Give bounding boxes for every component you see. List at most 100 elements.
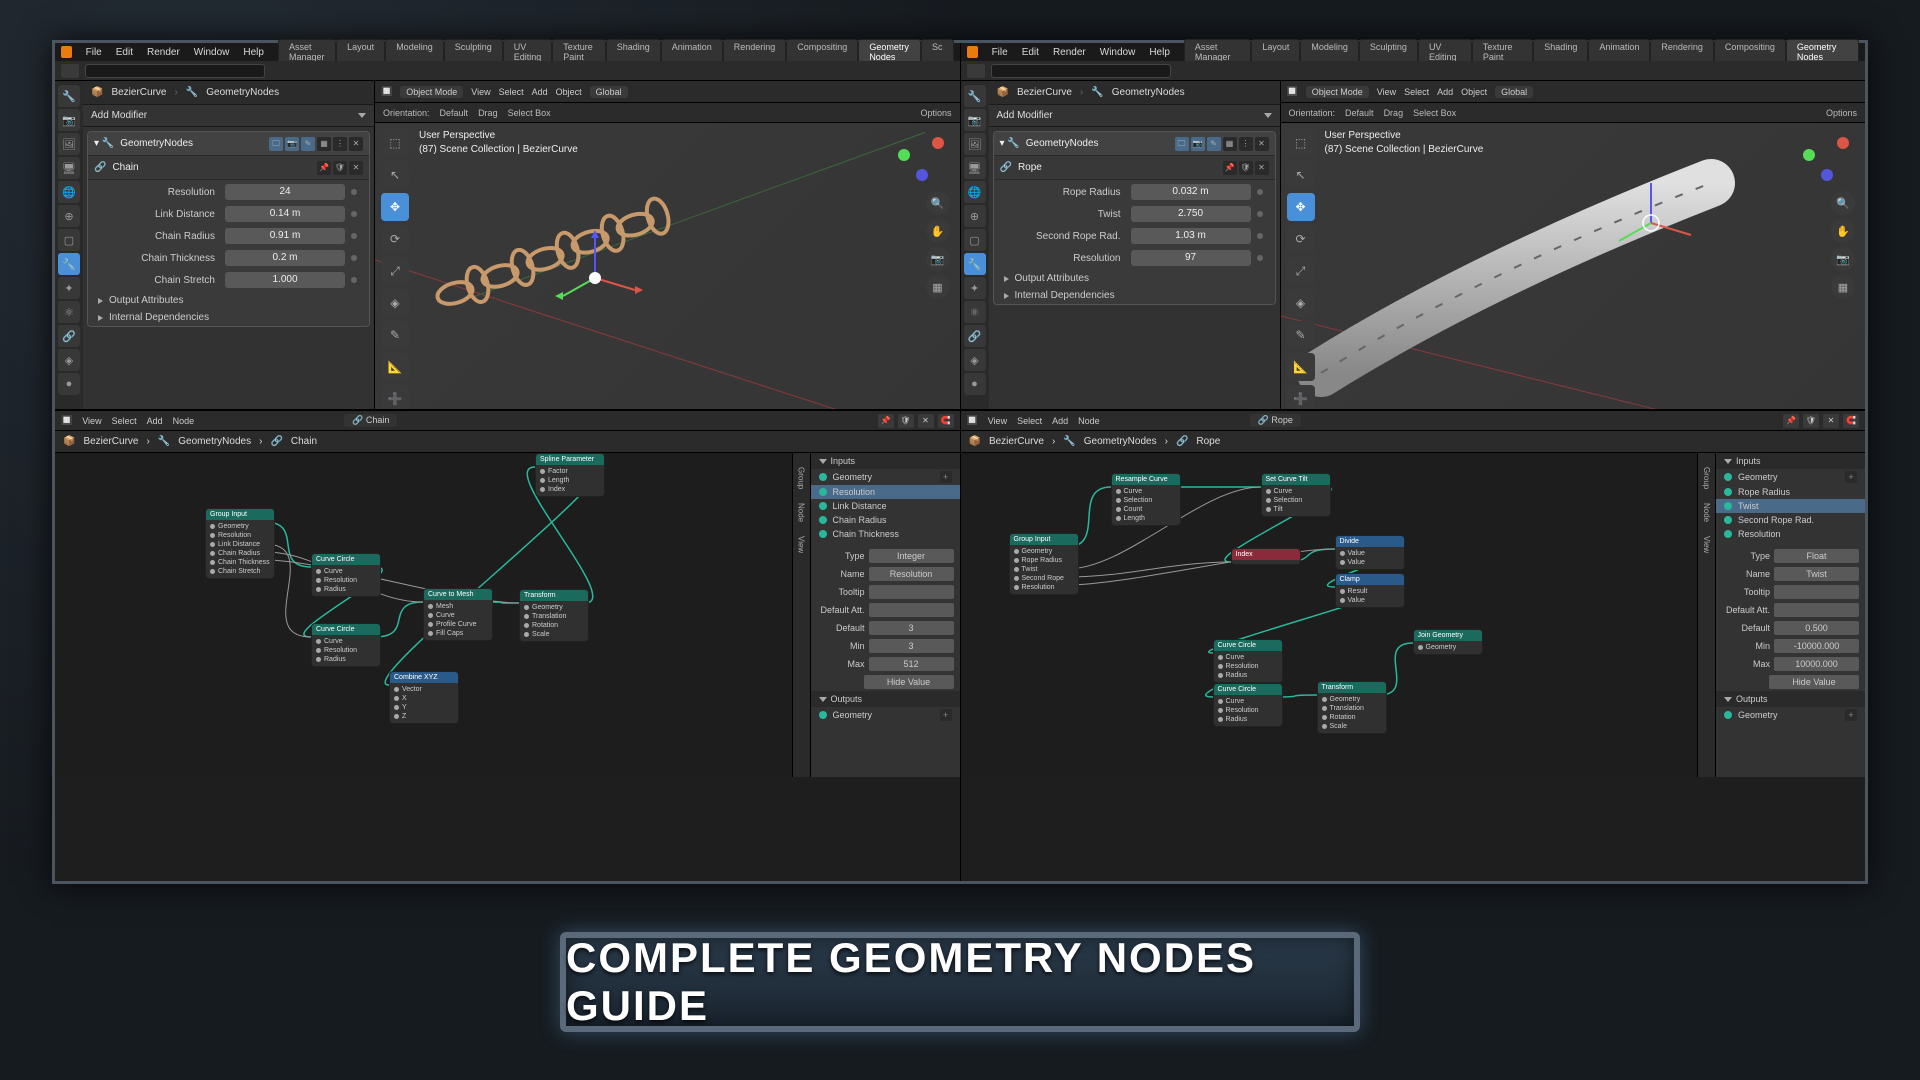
ne-menu-select[interactable]: Select: [1017, 416, 1042, 426]
node-group-display[interactable]: Rope: [1271, 415, 1293, 425]
node[interactable]: Curve CircleCurveResolutionRadius: [311, 553, 381, 597]
side-property-field[interactable]: [869, 585, 954, 599]
realtime-toggle-icon[interactable]: 🖵: [269, 137, 283, 151]
modifier-icon[interactable]: 🔧: [58, 253, 80, 275]
side-property-field[interactable]: 512: [869, 657, 954, 671]
unlink-icon[interactable]: ✕: [1255, 161, 1269, 175]
search-input[interactable]: [991, 64, 1171, 78]
input-socket[interactable]: Link Distance: [811, 499, 960, 513]
menu-file[interactable]: File: [86, 47, 102, 58]
vp-menu-view[interactable]: View: [1377, 87, 1396, 97]
input-socket[interactable]: Chain Radius: [811, 513, 960, 527]
node-group-selector[interactable]: 🔗Chain 📌 🛡 ✕: [88, 156, 369, 180]
transform-orientation[interactable]: Global: [1495, 86, 1533, 98]
menu-file[interactable]: File: [992, 47, 1008, 58]
nb-modifier[interactable]: GeometryNodes: [178, 436, 251, 447]
output-attributes-section[interactable]: Output Attributes: [994, 270, 1275, 287]
physics-icon[interactable]: ⚛: [964, 301, 986, 323]
node[interactable]: Group InputGeometryRope RadiusTwistSecon…: [1009, 533, 1079, 595]
nb-object[interactable]: BezierCurve: [989, 436, 1044, 447]
3d-viewport[interactable]: 🔲 Object Mode View Select Add Object Glo…: [375, 81, 960, 409]
tool-icon[interactable]: 🔧: [964, 85, 986, 107]
property-value[interactable]: 97: [1131, 250, 1251, 266]
data-icon[interactable]: ◈: [58, 349, 80, 371]
select-mode[interactable]: Select Box: [508, 108, 551, 118]
animate-dot-icon[interactable]: [1257, 189, 1263, 195]
side-property-field[interactable]: 3: [869, 639, 954, 653]
menu-edit[interactable]: Edit: [116, 47, 133, 58]
transform-orientation[interactable]: Global: [590, 86, 628, 98]
add-input-icon[interactable]: +: [940, 471, 952, 483]
object-icon[interactable]: ▢: [58, 229, 80, 251]
zoom-icon[interactable]: 🔍: [926, 191, 950, 215]
internal-dependencies-section[interactable]: Internal Dependencies: [88, 309, 369, 326]
modifier-icon[interactable]: 🔧: [964, 253, 986, 275]
hide-value-button[interactable]: Hide Value: [1769, 675, 1859, 689]
tab-tool[interactable]: View: [1700, 530, 1713, 559]
render-icon[interactable]: 📷: [964, 109, 986, 131]
side-property-field[interactable]: [869, 603, 954, 617]
transform-tool-icon[interactable]: ◈: [1287, 289, 1315, 317]
perspective-icon[interactable]: ▦: [1831, 275, 1855, 299]
editmode-toggle-icon[interactable]: ✎: [1207, 137, 1221, 151]
vp-menu-select[interactable]: Select: [1404, 87, 1429, 97]
annotate-tool-icon[interactable]: ✎: [381, 321, 409, 349]
3d-viewport[interactable]: 🔲 Object Mode View Select Add Object Glo…: [1281, 81, 1866, 409]
side-property-field[interactable]: [1774, 585, 1859, 599]
breadcrumb-modifier[interactable]: GeometryNodes: [1112, 87, 1185, 98]
move-tool-icon[interactable]: ✥: [1287, 193, 1315, 221]
options-dropdown[interactable]: Options: [920, 108, 951, 118]
editmode-toggle-icon[interactable]: ✎: [301, 137, 315, 151]
transform-tool-icon[interactable]: ◈: [381, 289, 409, 317]
navigation-gizmo[interactable]: [892, 129, 948, 185]
input-socket[interactable]: Resolution: [1716, 527, 1865, 541]
pin-icon[interactable]: 📌: [1783, 414, 1799, 428]
vp-menu-object[interactable]: Object: [1461, 87, 1487, 97]
tab-node[interactable]: Node: [795, 497, 808, 528]
node[interactable]: Curve CircleCurveResolutionRadius: [311, 623, 381, 667]
side-property-field[interactable]: 10000.000: [1774, 657, 1859, 671]
menu-render[interactable]: Render: [147, 47, 180, 58]
view-icon[interactable]: 🖥: [964, 157, 986, 179]
property-value[interactable]: 0.2 m: [225, 250, 345, 266]
world-icon[interactable]: ⊕: [964, 205, 986, 227]
side-property-field[interactable]: -10000.000: [1774, 639, 1859, 653]
node[interactable]: Curve CircleCurveResolutionRadius: [1213, 683, 1283, 727]
node[interactable]: Join GeometryGeometry: [1413, 629, 1483, 655]
render-toggle-icon[interactable]: 📷: [1191, 137, 1205, 151]
camera-icon[interactable]: 📷: [1831, 247, 1855, 271]
render-toggle-icon[interactable]: 📷: [285, 137, 299, 151]
output-socket[interactable]: Geometry+: [1716, 707, 1865, 723]
property-value[interactable]: 24: [225, 184, 345, 200]
unlink-icon[interactable]: ✕: [349, 161, 363, 175]
scene-icon[interactable]: 🌐: [964, 181, 986, 203]
realtime-toggle-icon[interactable]: 🖵: [1175, 137, 1189, 151]
view-icon[interactable]: 🖥: [58, 157, 80, 179]
property-value[interactable]: 1.000: [225, 272, 345, 288]
physics-icon[interactable]: ⚛: [58, 301, 80, 323]
add-input-icon[interactable]: +: [1845, 471, 1857, 483]
add-output-icon[interactable]: +: [1845, 709, 1857, 721]
node[interactable]: TransformGeometryTranslationRotationScal…: [519, 589, 589, 642]
vp-menu-object[interactable]: Object: [556, 87, 582, 97]
vp-menu-select[interactable]: Select: [499, 87, 524, 97]
modifier-extras-icon[interactable]: ⋮: [333, 137, 347, 151]
select-mode[interactable]: Select Box: [1413, 108, 1456, 118]
rotate-tool-icon[interactable]: ⟳: [381, 225, 409, 253]
side-property-field[interactable]: Resolution: [869, 567, 954, 581]
data-icon[interactable]: ◈: [964, 349, 986, 371]
inputs-header[interactable]: Inputs: [811, 453, 960, 469]
nb-modifier[interactable]: GeometryNodes: [1084, 436, 1157, 447]
cage-toggle-icon[interactable]: ▦: [1223, 137, 1237, 151]
output-socket[interactable]: Geometry+: [811, 707, 960, 723]
animate-dot-icon[interactable]: [1257, 255, 1263, 261]
node[interactable]: TransformGeometryTranslationRotationScal…: [1317, 681, 1387, 734]
menu-edit[interactable]: Edit: [1022, 47, 1039, 58]
select-tool-icon[interactable]: ↖: [381, 161, 409, 189]
tab-tool[interactable]: View: [795, 530, 808, 559]
world-icon[interactable]: ⊕: [58, 205, 80, 227]
pin-icon[interactable]: 📌: [317, 161, 331, 175]
particle-icon[interactable]: ✦: [58, 277, 80, 299]
nb-group[interactable]: Chain: [291, 436, 317, 447]
modifier-close-icon[interactable]: ✕: [349, 137, 363, 151]
